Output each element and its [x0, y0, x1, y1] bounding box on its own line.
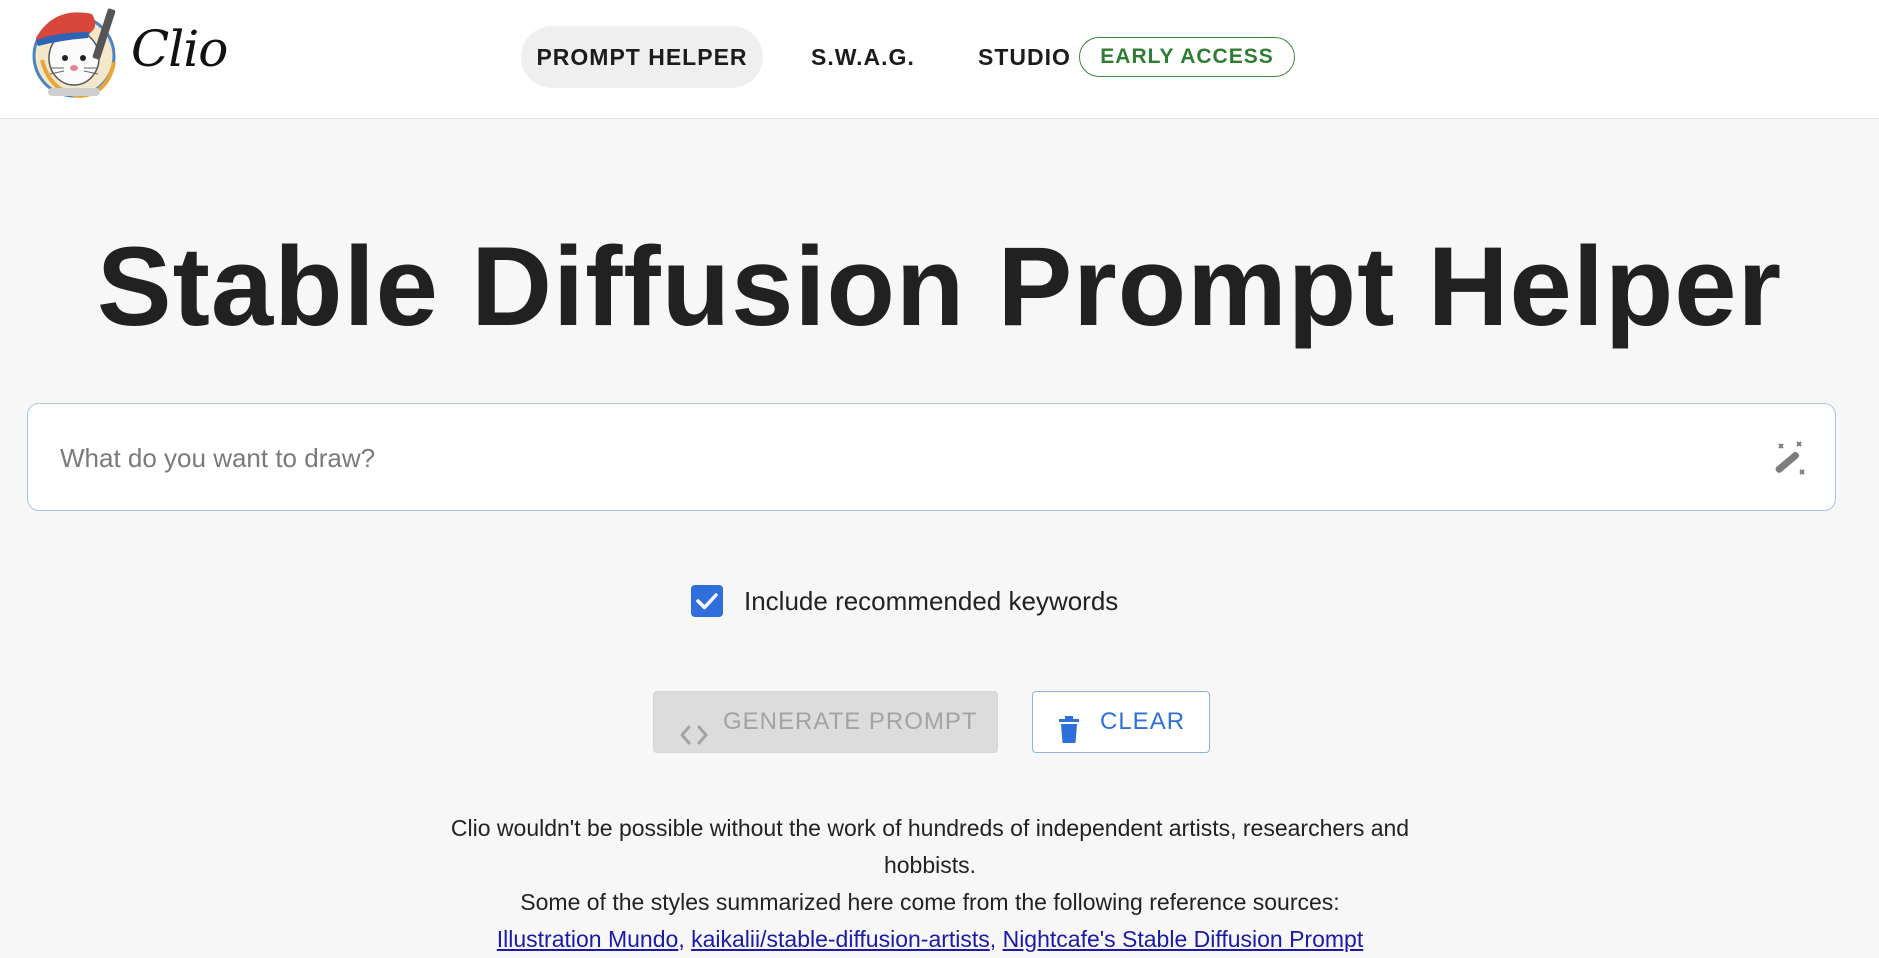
- credits-section: Clio wouldn't be possible without the wo…: [415, 810, 1445, 958]
- credits-links: Illustration Mundo, kaikalii/stable-diff…: [496, 926, 1364, 952]
- link-kaikalii-artists[interactable]: kaikalii/stable-diffusion-artists: [691, 926, 990, 952]
- code-icon: [679, 710, 709, 770]
- nav-swag[interactable]: S.W.A.G.: [811, 26, 915, 88]
- nav-studio[interactable]: STUDIO: [978, 26, 1071, 88]
- magic-wand-icon[interactable]: [1769, 440, 1809, 480]
- prompt-search-box: [27, 403, 1836, 511]
- link-illustration-mundo[interactable]: Illustration Mundo: [497, 926, 679, 952]
- checkmark-icon: [696, 593, 718, 610]
- clio-logo-icon[interactable]: [28, 2, 124, 102]
- clear-button[interactable]: CLEAR: [1032, 691, 1210, 753]
- trash-icon: [1057, 708, 1081, 768]
- nav-prompt-helper[interactable]: PROMPT HELPER: [521, 26, 763, 88]
- early-access-badge[interactable]: EARLY ACCESS: [1079, 37, 1295, 77]
- clear-label: CLEAR: [1100, 708, 1186, 735]
- include-keywords-label[interactable]: Include recommended keywords: [744, 584, 1118, 618]
- top-header: Clio PROMPT HELPER S.W.A.G. STUDIO EARLY…: [0, 0, 1879, 119]
- credits-sources-intro: Some of the styles summarized here come …: [520, 889, 1340, 915]
- generate-prompt-label: GENERATE PROMPT: [723, 708, 978, 735]
- generate-prompt-button[interactable]: GENERATE PROMPT: [653, 691, 998, 753]
- link-nightcafe-guide[interactable]: Nightcafe's Stable Diffusion Prompt: [1003, 926, 1364, 952]
- credits-text: Clio wouldn't be possible without the wo…: [450, 815, 1410, 878]
- prompt-input[interactable]: [58, 430, 1742, 486]
- include-keywords-checkbox[interactable]: [691, 585, 723, 617]
- brand-name[interactable]: Clio: [131, 20, 228, 78]
- page-title: Stable Diffusion Prompt Helper: [96, 224, 1783, 349]
